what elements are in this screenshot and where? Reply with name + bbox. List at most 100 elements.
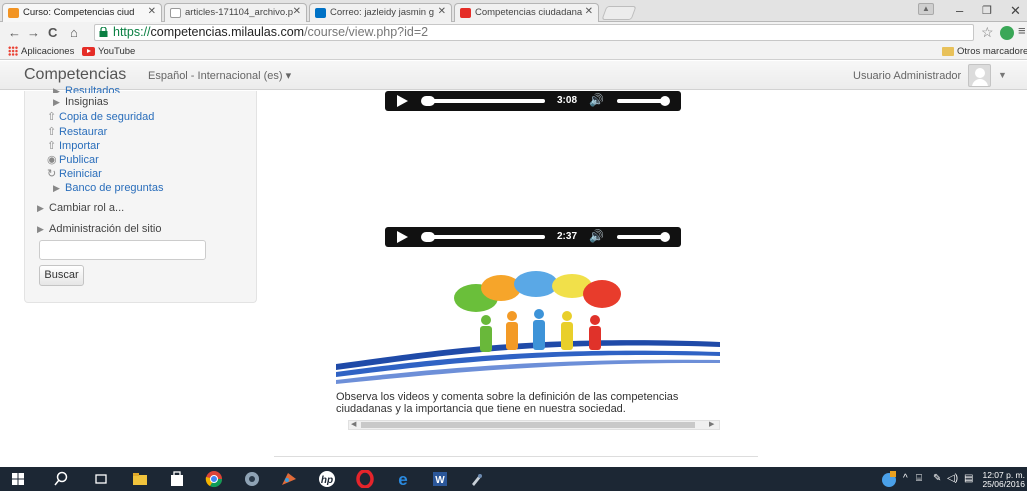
media-player-icon[interactable] [243, 470, 261, 488]
sidebar-item-insignias[interactable]: ▶ Insignias [53, 96, 108, 108]
edge-icon[interactable]: e [394, 470, 412, 488]
network-icon[interactable]: ⌸ [916, 473, 922, 484]
player-time: 2:37 [557, 231, 578, 242]
tab-articles[interactable]: articles-171104_archivo.p ✕ [164, 3, 307, 22]
player-time: 3:08 [557, 95, 578, 106]
close-tab-icon[interactable]: ✕ [438, 6, 446, 17]
bookmark-other-folder[interactable]: Otros marcadores [942, 46, 1027, 57]
svg-text:e: e [398, 470, 407, 488]
sidebar-item-publicar[interactable]: ◉ Publicar [47, 153, 99, 166]
triangle-right-icon: ▶ [37, 203, 44, 213]
close-window-icon[interactable]: ✕ [1010, 3, 1021, 19]
pen-icon[interactable]: ✎ [933, 473, 941, 484]
tab-label: articles-171104_archivo.p [185, 7, 294, 18]
sidebar-item-banco-de-preguntas[interactable]: ▶ Banco de preguntas [53, 182, 163, 194]
keyboard-icon[interactable]: ▤ [964, 473, 973, 484]
chrome-icon[interactable] [205, 470, 223, 488]
chrome-menu-icon[interactable]: ≡ [1018, 23, 1026, 38]
chevron-up-icon[interactable]: ^ [903, 473, 908, 484]
close-tab-icon[interactable]: ✕ [148, 6, 156, 17]
horizontal-scrollbar[interactable]: ◀ ▶ [348, 420, 720, 430]
file-explorer-icon[interactable] [131, 470, 149, 488]
sidebar-item-resultados[interactable]: ▶ Resultados [53, 85, 120, 93]
backup-icon: ⇧ [47, 111, 57, 123]
avatar[interactable] [968, 64, 991, 87]
new-tab-button[interactable] [601, 6, 637, 20]
minimize-icon[interactable]: – [956, 3, 963, 18]
tab-competencias-video[interactable]: Competencias ciudadana ✕ [454, 3, 599, 22]
home-icon[interactable]: ⌂ [70, 25, 78, 40]
seek-handle[interactable] [421, 96, 435, 106]
windows-start-icon[interactable] [9, 470, 27, 488]
svg-text:hp: hp [321, 475, 333, 486]
forward-icon[interactable]: → [27, 25, 40, 40]
play-icon[interactable] [397, 231, 408, 243]
youtube-icon [82, 47, 95, 56]
search-button[interactable]: Buscar [39, 265, 84, 286]
bookmark-label: Aplicaciones [21, 46, 75, 57]
notification-app-icon[interactable] [880, 470, 898, 488]
site-navbar: Competencias Español - Internacional (es… [0, 61, 1027, 90]
task-view-icon[interactable] [92, 470, 110, 488]
triangle-right-icon: ▶ [53, 97, 60, 107]
reload-icon[interactable]: C [48, 25, 57, 40]
triangle-right-icon: ▶ [53, 183, 60, 193]
profile-icon[interactable]: ▲ [918, 3, 934, 15]
bookmark-youtube[interactable]: YouTube [82, 46, 135, 57]
paint-icon[interactable] [280, 470, 298, 488]
sidebar-item-importar[interactable]: ⇧ Importar [47, 139, 100, 152]
scrollbar-thumb[interactable] [361, 422, 695, 428]
opera-icon[interactable] [356, 470, 374, 488]
close-tab-icon[interactable]: ✕ [585, 6, 593, 17]
seek-handle[interactable] [421, 232, 435, 242]
sidebar-item-copia-de-seguridad[interactable]: ⇧ Copia de seguridad [47, 110, 154, 123]
seek-bar[interactable] [423, 99, 545, 103]
tab-correo[interactable]: Correo: jazleidy jasmin g ✕ [309, 3, 452, 22]
search-icon[interactable] [52, 470, 70, 488]
bookmark-apps[interactable]: Aplicaciones [8, 46, 74, 57]
bookmark-star-icon[interactable]: ☆ [981, 24, 994, 41]
play-icon[interactable] [397, 95, 408, 107]
back-icon[interactable]: ← [8, 25, 21, 40]
chevron-down-icon[interactable]: ▼ [998, 70, 1007, 80]
tab-curso[interactable]: Curso: Competencias ciud ✕ [2, 3, 162, 22]
clock[interactable]: 12:07 p. m. 25/06/2016 [980, 471, 1025, 489]
sidebar-item-reiniciar[interactable]: ↻ Reiniciar [47, 167, 102, 180]
word-icon[interactable]: W [431, 470, 449, 488]
site-brand-link[interactable]: Competencias [24, 66, 126, 84]
url-input[interactable]: https://competencias.milaulas.com/course… [94, 24, 974, 41]
volume-handle[interactable] [660, 232, 670, 242]
svg-text:W: W [435, 475, 445, 486]
rocket-app-icon[interactable] [468, 470, 486, 488]
close-tab-icon[interactable]: ✕ [293, 6, 301, 17]
sidebar-item-label: Administración del sitio [49, 223, 162, 235]
url-path: /course/view.php?id=2 [304, 25, 429, 39]
restore-window-icon[interactable]: ❐ [982, 4, 992, 17]
volume-icon[interactable]: ◁) [947, 473, 958, 484]
sidebar-item-restaurar[interactable]: ⇧ Restaurar [47, 125, 107, 138]
bookmark-label: YouTube [98, 46, 136, 57]
volume-handle[interactable] [660, 96, 670, 106]
sidebar-item-label: Cambiar rol a... [49, 202, 125, 214]
admin-search-input[interactable] [39, 240, 206, 260]
language-menu[interactable]: Español - Internacional (es) ▾ [148, 69, 291, 82]
browser-tab-strip: Curso: Competencias ciud ✕ articles-1711… [0, 0, 1027, 22]
scroll-right-icon[interactable]: ▶ [709, 420, 714, 428]
store-icon[interactable] [168, 470, 186, 488]
extension-icon[interactable] [1000, 26, 1014, 40]
sidebar-item-cambiar-rol[interactable]: ▶ Cambiar rol a... [37, 202, 124, 214]
hp-icon[interactable]: hp [318, 470, 336, 488]
sidebar-item-label: Importar [59, 140, 100, 152]
volume-icon[interactable]: 🔊 [589, 93, 604, 107]
scroll-left-icon[interactable]: ◀ [351, 420, 356, 428]
sidebar-item-label: Copia de seguridad [59, 111, 155, 123]
user-menu-name[interactable]: Usuario Administrador [853, 70, 961, 82]
seek-bar[interactable] [423, 235, 545, 239]
address-bar-row: ← → C ⌂ https://competencias.milaulas.co… [0, 22, 1027, 44]
apps-grid-icon [8, 46, 18, 56]
volume-icon[interactable]: 🔊 [589, 229, 604, 243]
sidebar-item-administracion-del-sitio[interactable]: ▶ Administración del sitio [37, 223, 162, 235]
youtube-icon [460, 8, 471, 18]
restore-icon: ⇧ [47, 126, 57, 138]
sidebar-item-label: Restaurar [59, 126, 108, 138]
